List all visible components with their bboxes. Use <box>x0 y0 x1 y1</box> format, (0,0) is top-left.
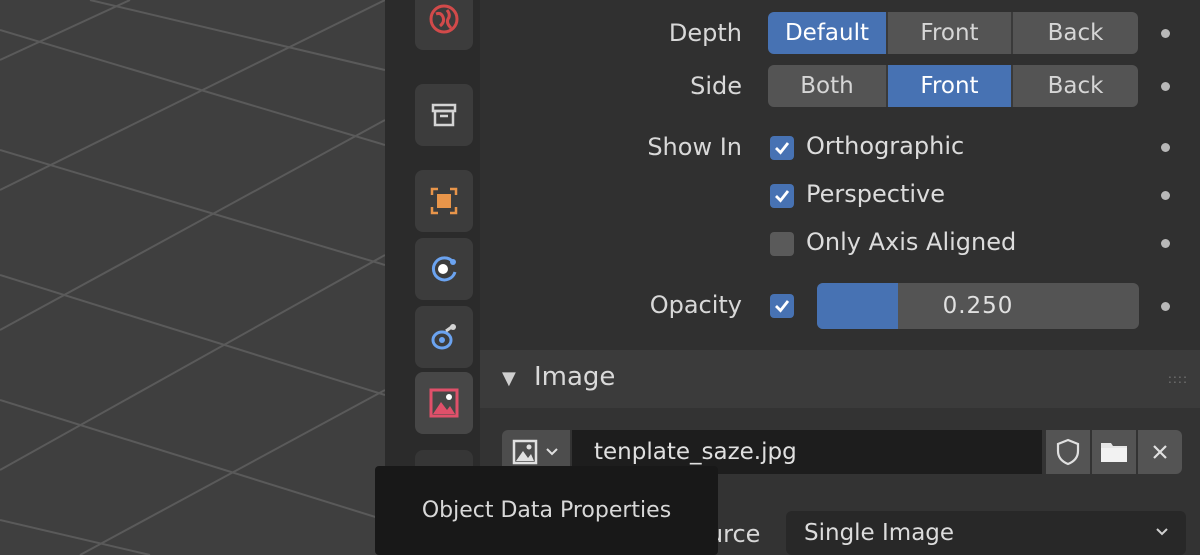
object-data-properties-tab[interactable] <box>415 372 473 434</box>
shield-icon <box>1056 438 1080 466</box>
orthographic-label: Orthographic <box>806 132 965 160</box>
image-panel-header[interactable]: ▼ Image :::: <box>480 350 1200 408</box>
only-axis-aligned-checkbox[interactable] <box>770 232 794 256</box>
open-image-button[interactable] <box>1092 430 1136 474</box>
world-properties-tab[interactable] <box>415 0 473 50</box>
object-properties-tab[interactable] <box>415 170 473 232</box>
side-keyframe-dot[interactable] <box>1161 82 1170 91</box>
image-panel-title: Image <box>534 362 616 392</box>
checkmark-icon <box>775 142 790 155</box>
source-dropdown-value: Single Image <box>804 520 955 546</box>
side-back-button[interactable]: Back <box>1013 65 1138 107</box>
show-in-label: Show In <box>647 133 742 161</box>
unlink-image-button[interactable] <box>1138 430 1182 474</box>
drag-grip-icon[interactable]: :::: <box>1168 372 1188 386</box>
object-icon <box>430 187 458 215</box>
perspective-keyframe-dot[interactable] <box>1161 191 1170 200</box>
side-front-button[interactable]: Front <box>888 65 1013 107</box>
only-axis-aligned-label: Only Axis Aligned <box>806 228 1017 256</box>
viewport-grid <box>0 0 385 555</box>
side-selector: Both Front Back <box>768 65 1138 107</box>
constraint-icon <box>431 324 456 350</box>
depth-back-button[interactable]: Back <box>1013 12 1138 54</box>
side-both-button[interactable]: Both <box>768 65 888 107</box>
collapse-triangle-icon: ▼ <box>502 368 516 389</box>
orthographic-checkbox[interactable] <box>770 136 794 160</box>
close-icon <box>1153 445 1167 459</box>
orthographic-keyframe-dot[interactable] <box>1161 143 1170 152</box>
physics-icon <box>431 256 457 282</box>
fake-user-button[interactable] <box>1046 430 1090 474</box>
constraints-properties-tab[interactable] <box>415 306 473 368</box>
side-label: Side <box>690 72 742 100</box>
only-axis-aligned-keyframe-dot[interactable] <box>1161 239 1170 248</box>
opacity-slider[interactable]: 0.250 <box>817 283 1139 329</box>
chevron-down-icon <box>1156 528 1168 536</box>
depth-label: Depth <box>668 19 742 47</box>
depth-default-button[interactable]: Default <box>768 12 888 54</box>
image-data-icon <box>429 388 459 418</box>
perspective-checkbox[interactable] <box>770 184 794 208</box>
world-icon <box>429 4 459 34</box>
checkmark-icon <box>775 190 790 203</box>
box-icon <box>431 103 457 127</box>
3d-viewport[interactable] <box>0 0 385 555</box>
opacity-keyframe-dot[interactable] <box>1161 302 1170 311</box>
physics-properties-tab[interactable] <box>415 238 473 300</box>
folder-icon <box>1101 443 1127 462</box>
depth-front-button[interactable]: Front <box>888 12 1013 54</box>
image-icon <box>512 439 538 465</box>
opacity-value: 0.250 <box>942 293 1014 319</box>
opacity-label: Opacity <box>649 291 742 319</box>
depth-keyframe-dot[interactable] <box>1161 29 1170 38</box>
perspective-label: Perspective <box>806 180 945 208</box>
source-dropdown[interactable]: Single Image <box>786 511 1186 555</box>
collection-properties-tab[interactable] <box>415 84 473 146</box>
checkmark-icon <box>775 300 790 313</box>
depth-selector: Default Front Back <box>768 12 1138 54</box>
opacity-enable-checkbox[interactable] <box>770 294 794 318</box>
tab-tooltip: Object Data Properties <box>375 466 718 555</box>
chevron-down-icon <box>546 448 558 456</box>
